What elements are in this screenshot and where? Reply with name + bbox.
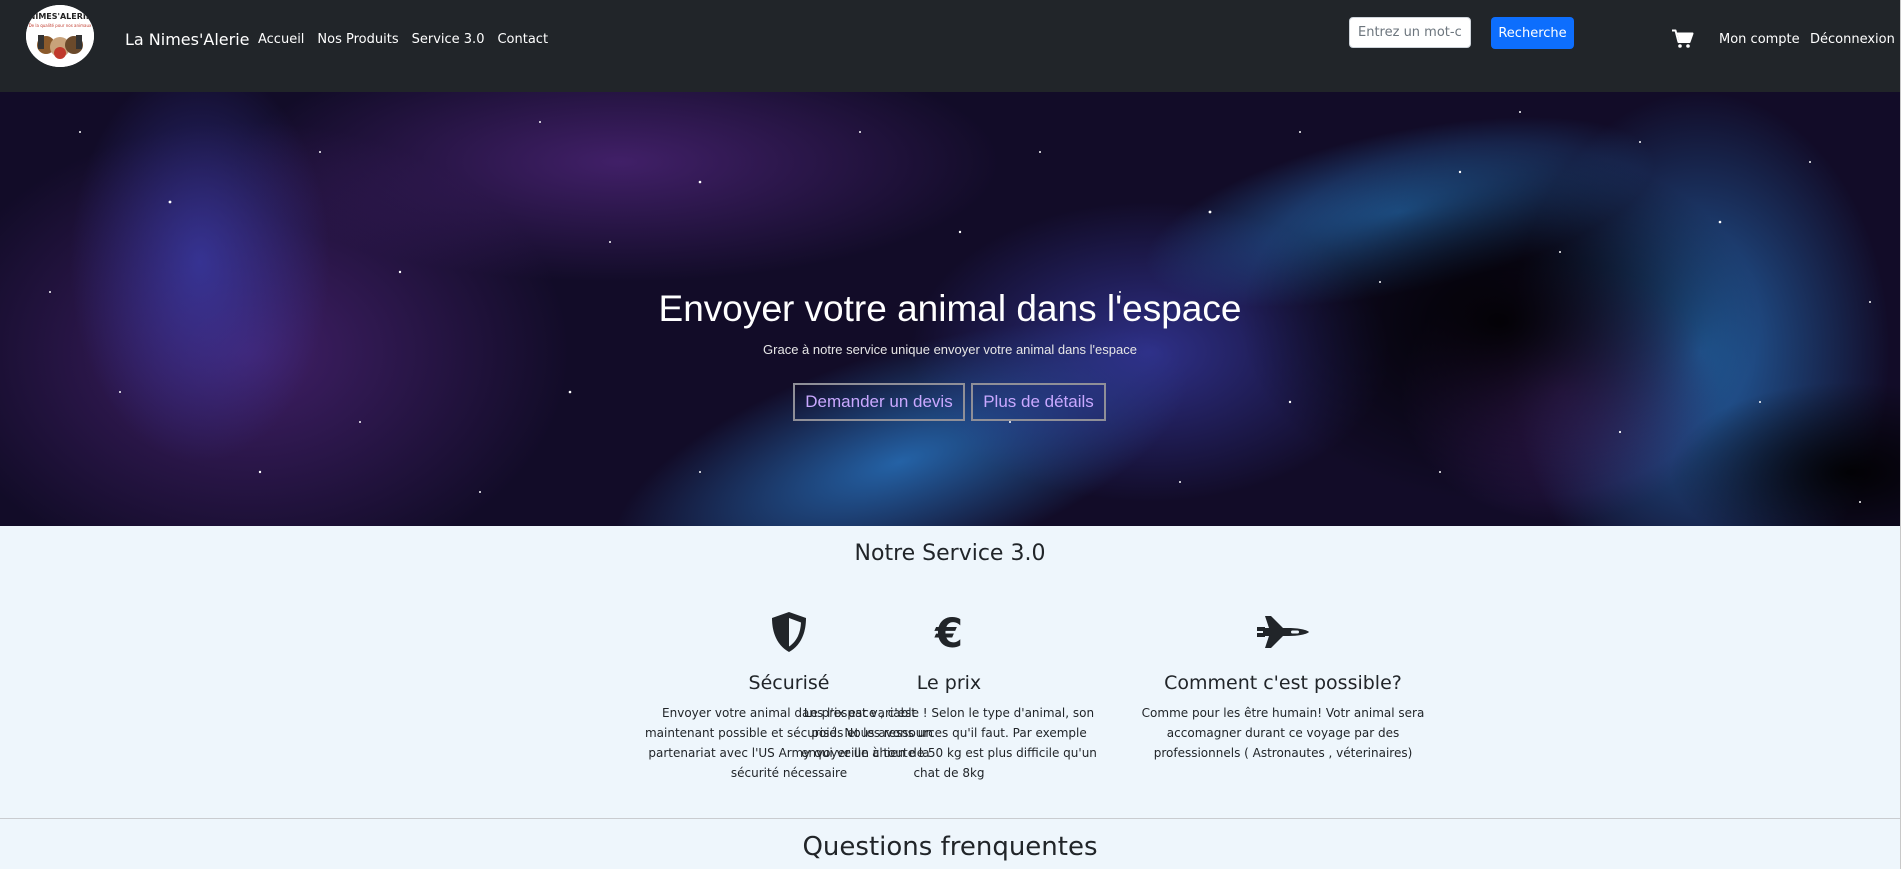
feature-title: Comment c'est possible? [1164, 672, 1402, 694]
hero-title: Envoyer votre animal dans l'espace [658, 288, 1242, 329]
nav-link-contact[interactable]: Contact [497, 32, 548, 47]
brand-logo[interactable]: NIMES'ALERIE De la qualité pour nos anim… [26, 5, 94, 67]
search-button[interactable]: Recherche [1491, 17, 1574, 49]
logout-link[interactable]: Déconnexion [1810, 32, 1895, 47]
nav-links: Accueil Nos Produits Service 3.0 Contact [258, 32, 561, 47]
svg-text:€: € [934, 611, 963, 654]
feature-prix: € Le prix Le prix est variable ! Selon l… [789, 610, 1109, 783]
feature-description: Le prix est variable ! Selon le type d'a… [801, 706, 1097, 780]
my-account-link[interactable]: Mon compte [1719, 32, 1800, 47]
more-details-button[interactable]: Plus de détails [971, 383, 1106, 421]
brand-name[interactable]: La Nimes'Alerie [125, 30, 249, 49]
request-quote-button[interactable]: Demander un devis [793, 383, 965, 421]
nav-link-accueil[interactable]: Accueil [258, 32, 304, 47]
hero-section: Envoyer votre animal dans l'espace Grace… [0, 92, 1900, 526]
feature-title: Le prix [916, 672, 982, 694]
space-shuttle-icon [1257, 616, 1309, 648]
nav-link-service[interactable]: Service 3.0 [412, 32, 485, 47]
feature-comment: Comment c'est possible? Comme pour les ê… [1123, 610, 1443, 763]
faq-section-title: Questions frenquentes [802, 832, 1098, 862]
euro-icon: € [934, 611, 963, 654]
service-section-title: Notre Service 3.0 [854, 541, 1046, 566]
hero-subtitle: Grace à notre service unique envoyer vot… [763, 342, 1137, 357]
svg-text:NIMES'ALERIE: NIMES'ALERIE [29, 12, 92, 21]
shopping-cart-icon[interactable] [1672, 29, 1694, 49]
search-input[interactable] [1349, 17, 1471, 48]
feature-description: Comme pour les être humain! Votr animal … [1141, 706, 1425, 760]
nav-link-nos-produits[interactable]: Nos Produits [317, 32, 398, 47]
logo-image: NIMES'ALERIE De la qualité pour nos anim… [26, 5, 94, 67]
section-divider [0, 818, 1900, 819]
svg-text:De la qualité pour nos animaux: De la qualité pour nos animaux [29, 23, 92, 28]
top-navbar: NIMES'ALERIE De la qualité pour nos anim… [0, 0, 1900, 92]
